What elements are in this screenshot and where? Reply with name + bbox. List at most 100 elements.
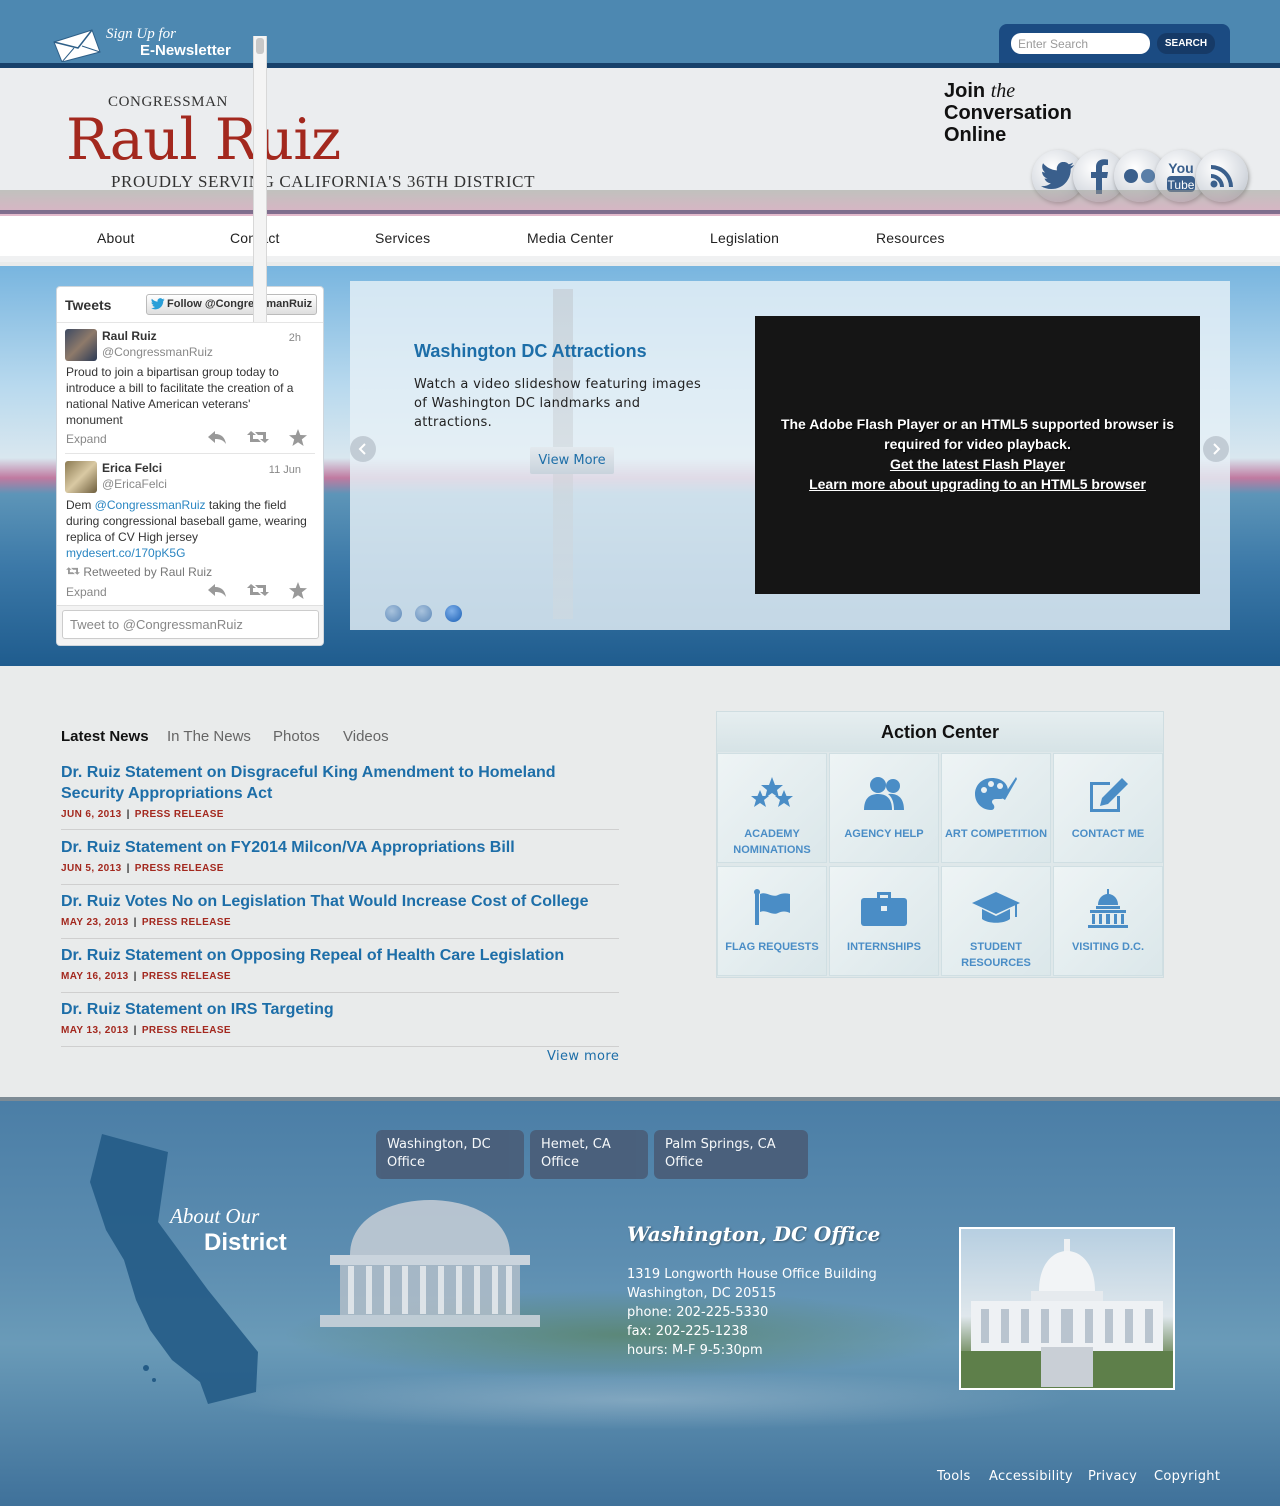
action-flag-requests[interactable]: FLAG REQUESTS	[717, 866, 827, 976]
footer-privacy-link[interactable]: Privacy	[1088, 1469, 1137, 1484]
avatar[interactable]	[65, 461, 97, 493]
twitter-follow-label: Follow @CongressmanRuiz	[167, 298, 313, 310]
action-visiting-dc[interactable]: VISITING D.C.	[1053, 866, 1163, 976]
about-district-link[interactable]: About Our District	[170, 1204, 287, 1257]
tweet-mention-link[interactable]: @CongressmanRuiz	[95, 498, 206, 512]
tweet-expand-link[interactable]: Expand	[66, 432, 107, 446]
tab-photos[interactable]: Photos	[273, 728, 320, 745]
tweet-author-handle[interactable]: @EricaFelci	[102, 477, 167, 491]
action-label: AGENCY HELP	[844, 828, 924, 840]
tweet-timestamp[interactable]: 2h	[289, 332, 301, 344]
footer-copyright-link[interactable]: Copyright	[1154, 1469, 1220, 1484]
join-online-word: Online	[944, 124, 1007, 146]
reply-icon[interactable]	[207, 429, 227, 451]
tweet-author-name[interactable]: Erica Felci	[102, 461, 162, 475]
slide-dot-3-active[interactable]	[445, 605, 462, 622]
people-icon	[830, 776, 938, 817]
reply-icon[interactable]	[207, 582, 227, 604]
tweets-divider	[57, 322, 323, 323]
video-player-message: The Adobe Flash Player or an HTML5 suppo…	[780, 416, 1175, 452]
chevron-right-icon	[1213, 443, 1221, 455]
action-academy-nominations[interactable]: ACADEMY NOMINATIONS	[717, 753, 827, 863]
news-type: PRESS RELEASE	[141, 917, 231, 928]
slide-dot-1[interactable]	[385, 605, 402, 622]
footer-tools-link[interactable]: Tools	[937, 1469, 971, 1484]
news-item: Dr. Ruiz Statement on IRS Targeting MAY …	[61, 999, 619, 1036]
california-map-image[interactable]	[88, 1130, 268, 1410]
office-tab-palm-springs[interactable]: Palm Springs, CA Office	[654, 1130, 808, 1179]
html5-browser-link[interactable]: Learn more about upgrading to an HTML5 b…	[755, 474, 1200, 494]
scrollbar-thumb[interactable]	[256, 38, 264, 54]
news-divider	[61, 938, 619, 939]
retweet-small-icon	[66, 567, 80, 575]
action-art-competition[interactable]: ART COMPETITION	[941, 753, 1051, 863]
scrollbar[interactable]	[253, 36, 267, 322]
edit-icon	[1054, 776, 1162, 819]
favorite-star-icon[interactable]	[289, 429, 307, 451]
tweet-author-handle[interactable]: @CongressmanRuiz	[102, 345, 213, 359]
tab-videos[interactable]: Videos	[343, 728, 389, 745]
search-button[interactable]: SEARCH	[1157, 33, 1215, 54]
twitter-follow-button[interactable]: Follow @CongressmanRuiz	[146, 294, 317, 315]
nav-media-center[interactable]: Media Center	[527, 230, 613, 246]
jefferson-memorial-image	[320, 1200, 540, 1327]
slide-description: Watch a video slideshow featuring images…	[414, 377, 702, 430]
office-tab-washington[interactable]: Washington, DC Office	[376, 1130, 524, 1179]
representative-name-logo[interactable]: Raul Ruiz	[66, 108, 341, 172]
twitter-icon	[1041, 162, 1074, 190]
slide-dot-2[interactable]	[415, 605, 432, 622]
tweet-author-name[interactable]: Raul Ruiz	[102, 329, 157, 343]
video-player[interactable]: The Adobe Flash Player or an HTML5 suppo…	[755, 316, 1200, 594]
tweet-expand-link[interactable]: Expand	[66, 585, 107, 599]
meta-separator: |	[133, 971, 137, 982]
news-date: MAY 23, 2013	[61, 917, 129, 928]
slide-title: Washington DC Attractions	[414, 341, 647, 361]
main-nav: About Contact Services Media Center Legi…	[0, 214, 1280, 262]
slide-view-more-button[interactable]: View More	[530, 447, 614, 474]
news-title-link[interactable]: Dr. Ruiz Statement on FY2014 Milcon/VA A…	[61, 837, 619, 858]
tweet-timestamp[interactable]: 11 Jun	[269, 464, 301, 476]
news-title-link[interactable]: Dr. Ruiz Votes No on Legislation That Wo…	[61, 891, 619, 912]
news-item: Dr. Ruiz Statement on Disgraceful King A…	[61, 762, 619, 820]
nav-services[interactable]: Services	[375, 230, 430, 246]
action-agency-help[interactable]: AGENCY HELP	[829, 753, 939, 863]
favorite-star-icon[interactable]	[289, 582, 307, 604]
slide-next-button[interactable]	[1203, 436, 1229, 462]
hero-skyline-image	[0, 190, 1280, 216]
tab-in-the-news[interactable]: In The News	[167, 728, 251, 745]
retweet-icon[interactable]	[247, 582, 269, 604]
tweet-text: Proud to join a bipartisan group today t…	[66, 365, 294, 427]
footer-accessibility-link[interactable]: Accessibility	[989, 1469, 1073, 1484]
avatar[interactable]	[65, 329, 97, 361]
action-internships[interactable]: INTERNSHIPS	[829, 866, 939, 976]
nav-legislation[interactable]: Legislation	[710, 230, 779, 246]
newsletter-label-bottom: E-Newsletter	[140, 42, 231, 59]
action-contact-me[interactable]: CONTACT ME	[1053, 753, 1163, 863]
news-title-link[interactable]: Dr. Ruiz Statement on Opposing Repeal of…	[61, 945, 619, 966]
stars-icon	[718, 776, 826, 817]
newsletter-signup-link[interactable]: Sign Up for E-Newsletter	[52, 24, 252, 62]
newsletter-label-top: Sign Up for	[106, 26, 177, 42]
tweet-compose-input[interactable]	[62, 610, 319, 639]
action-student-resources[interactable]: STUDENT RESOURCES	[941, 866, 1051, 976]
news-title-link[interactable]: Dr. Ruiz Statement on IRS Targeting	[61, 999, 619, 1020]
action-label: FLAG REQUESTS	[725, 941, 819, 953]
slide-prev-button[interactable]	[350, 436, 376, 462]
flickr-icon	[1124, 169, 1155, 183]
tab-latest-news[interactable]: Latest News	[61, 728, 149, 745]
join-the-word: the	[990, 80, 1016, 102]
flash-player-link[interactable]: Get the latest Flash Player	[755, 454, 1200, 474]
twitter-bird-icon	[151, 298, 165, 310]
tweet-url-link[interactable]: mydesert.co/170pK5G	[66, 545, 308, 561]
news-view-more-link[interactable]: View more	[547, 1049, 619, 1064]
nav-about[interactable]: About	[97, 230, 135, 246]
office-tab-hemet[interactable]: Hemet, CA Office	[530, 1130, 648, 1179]
about-district-label-top: About Our	[170, 1204, 260, 1228]
office-fax: fax: 202-225-1238	[627, 1324, 748, 1339]
retweet-icon[interactable]	[247, 429, 269, 451]
join-word: Join	[944, 80, 986, 102]
tweet-divider	[65, 453, 315, 454]
search-input[interactable]	[1011, 33, 1150, 54]
nav-resources[interactable]: Resources	[876, 230, 945, 246]
news-title-link[interactable]: Dr. Ruiz Statement on Disgraceful King A…	[61, 762, 619, 804]
